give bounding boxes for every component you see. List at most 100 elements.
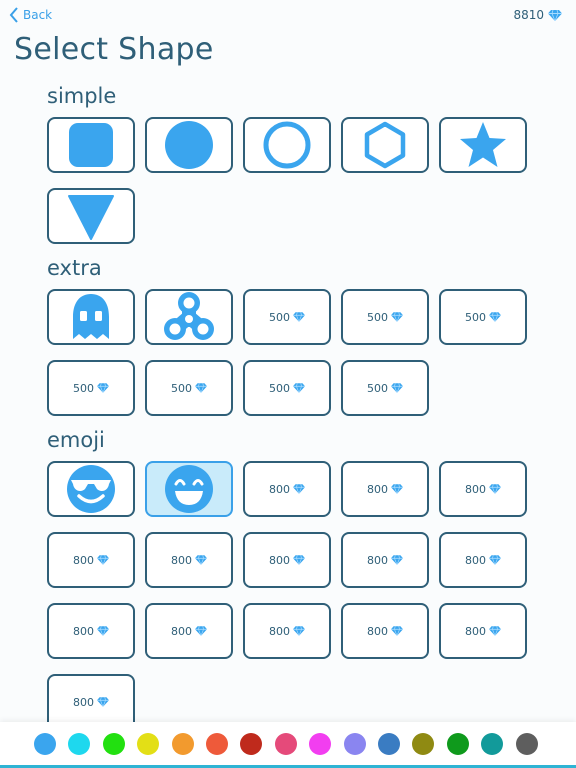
locked-shape-tile[interactable]: 500 xyxy=(145,360,233,416)
price-tag: 500 xyxy=(269,382,305,395)
price-value: 800 xyxy=(171,624,192,638)
top-bar: Back 8810 xyxy=(0,0,576,34)
color-swatch-magenta[interactable] xyxy=(309,733,332,755)
price-tag: 500 xyxy=(73,382,109,395)
locked-shape-tile[interactable]: 800 xyxy=(341,461,429,517)
price-value: 800 xyxy=(73,553,94,567)
section-title-simple: simple xyxy=(47,84,117,108)
star-icon xyxy=(460,122,506,167)
price-value: 500 xyxy=(73,381,94,395)
locked-shape-tile[interactable]: 800 xyxy=(341,532,429,588)
locked-shape-tile[interactable]: 800 xyxy=(145,603,233,659)
price-tag: 500 xyxy=(367,311,403,324)
locked-shape-tile[interactable]: 800 xyxy=(439,603,527,659)
locked-shape-tile[interactable]: 500 xyxy=(47,360,135,416)
locked-shape-tile[interactable]: 800 xyxy=(243,603,331,659)
shape-tile-sunglasses-emoji[interactable] xyxy=(47,461,135,517)
ghost-icon xyxy=(73,294,109,339)
gem-count: 8810 xyxy=(513,8,544,22)
price-tag: 800 xyxy=(73,554,109,567)
price-tag: 800 xyxy=(73,625,109,638)
price-value: 800 xyxy=(367,624,388,638)
diamond-icon xyxy=(293,555,305,565)
fidget-spinner-icon xyxy=(164,292,214,340)
price-value: 800 xyxy=(73,695,94,709)
shape-tile-circle[interactable] xyxy=(145,117,233,173)
diamond-icon xyxy=(293,312,305,322)
color-palette xyxy=(0,722,576,768)
diamond-icon xyxy=(489,626,501,636)
shape-tile-ring[interactable] xyxy=(243,117,331,173)
price-tag: 800 xyxy=(269,554,305,567)
diamond-icon xyxy=(195,555,207,565)
price-value: 500 xyxy=(269,381,290,395)
locked-shape-tile[interactable]: 800 xyxy=(47,532,135,588)
section-title-emoji: emoji xyxy=(47,428,105,452)
price-tag: 800 xyxy=(269,625,305,638)
shape-tile-ghost[interactable] xyxy=(47,289,135,345)
price-tag: 800 xyxy=(465,625,501,638)
diamond-icon xyxy=(195,626,207,636)
diamond-icon xyxy=(391,555,403,565)
price-tag: 800 xyxy=(367,483,403,496)
price-tag: 500 xyxy=(171,382,207,395)
locked-shape-tile[interactable]: 500 xyxy=(341,289,429,345)
price-value: 500 xyxy=(171,381,192,395)
color-swatch-yellow[interactable] xyxy=(137,733,160,755)
diamond-icon xyxy=(391,626,403,636)
diamond-icon xyxy=(293,484,305,494)
color-swatch-lavender[interactable] xyxy=(343,733,366,755)
locked-shape-tile[interactable]: 800 xyxy=(439,461,527,517)
triangle-down-icon xyxy=(68,195,114,240)
back-button[interactable]: Back xyxy=(8,7,52,23)
color-swatch-orange[interactable] xyxy=(171,733,194,755)
color-swatch-cyan[interactable] xyxy=(68,733,91,755)
locked-shape-tile[interactable]: 800 xyxy=(145,532,233,588)
color-swatch-blue[interactable] xyxy=(34,733,56,755)
shape-tile-star[interactable] xyxy=(439,117,527,173)
color-swatch-red-orange[interactable] xyxy=(206,733,228,755)
price-tag: 500 xyxy=(367,382,403,395)
color-swatch-olive[interactable] xyxy=(412,733,435,755)
shape-tile-hexagon-outline[interactable] xyxy=(341,117,429,173)
color-swatch-steel-blue[interactable] xyxy=(378,733,400,755)
diamond-icon xyxy=(391,484,403,494)
price-tag: 800 xyxy=(367,625,403,638)
price-tag: 800 xyxy=(171,625,207,638)
shape-tile-fidget-spinner[interactable] xyxy=(145,289,233,345)
shape-tile-triangle-down[interactable] xyxy=(47,188,135,244)
locked-shape-tile[interactable]: 800 xyxy=(439,532,527,588)
locked-shape-tile[interactable]: 800 xyxy=(243,532,331,588)
color-swatch-dark-green[interactable] xyxy=(446,733,469,755)
ring-icon xyxy=(263,121,311,169)
locked-shape-tile[interactable]: 800 xyxy=(47,603,135,659)
locked-shape-tile[interactable]: 500 xyxy=(439,289,527,345)
price-value: 800 xyxy=(269,482,290,496)
color-swatch-gray[interactable] xyxy=(515,733,538,755)
diamond-icon xyxy=(293,626,305,636)
shape-tile-grinning-emoji[interactable] xyxy=(145,461,233,517)
back-label: Back xyxy=(23,8,53,22)
color-swatch-dark-red[interactable] xyxy=(240,733,263,755)
shape-tile-rounded-square[interactable] xyxy=(47,117,135,173)
price-value: 500 xyxy=(269,310,290,324)
locked-shape-tile[interactable]: 500 xyxy=(243,360,331,416)
color-swatch-teal[interactable] xyxy=(481,733,504,755)
color-swatch-pink[interactable] xyxy=(274,733,297,755)
diamond-icon xyxy=(489,555,501,565)
gem-balance: 8810 xyxy=(513,8,562,22)
section-title-extra: extra xyxy=(47,256,102,280)
color-swatch-green[interactable] xyxy=(102,733,125,755)
extra-shapes-grid: 500 500 500 500 500 500 500 xyxy=(47,289,537,416)
price-tag: 500 xyxy=(465,311,501,324)
locked-shape-tile[interactable]: 500 xyxy=(243,289,331,345)
price-value: 500 xyxy=(465,310,486,324)
page-title: Select Shape xyxy=(14,32,214,67)
diamond-icon xyxy=(548,9,562,21)
emoji-shapes-grid: 800 800 800 800 800 800 800 800 800 800 … xyxy=(47,461,537,730)
locked-shape-tile[interactable]: 800 xyxy=(243,461,331,517)
locked-shape-tile[interactable]: 800 xyxy=(341,603,429,659)
locked-shape-tile[interactable]: 500 xyxy=(341,360,429,416)
diamond-icon xyxy=(97,555,109,565)
hexagon-outline-icon xyxy=(364,121,406,169)
